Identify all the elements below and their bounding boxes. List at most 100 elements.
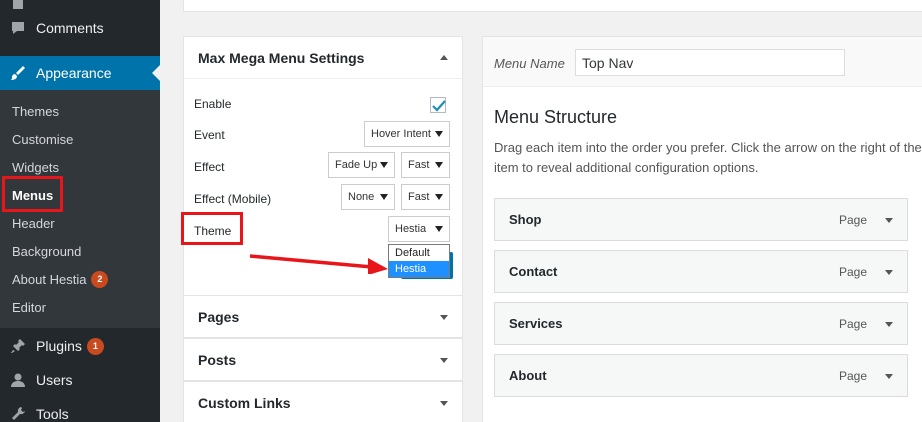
effect-value: Fade Up xyxy=(335,159,378,171)
select-arrow-icon xyxy=(435,162,443,168)
submenu-label: Themes xyxy=(12,103,59,119)
menu-structure-title: Menu Structure xyxy=(494,107,618,127)
effect-select[interactable]: Fade Up xyxy=(328,152,395,178)
menu-item-label: About xyxy=(509,368,547,383)
accordion-label: Posts xyxy=(198,351,237,368)
paintbrush-icon xyxy=(0,64,36,82)
accordion-custom-links[interactable]: Custom Links xyxy=(183,381,463,422)
expand-icon xyxy=(440,401,448,406)
effect-mobile-speed-value: Fast xyxy=(408,191,430,203)
menu-item-type: Page xyxy=(838,212,867,227)
expand-icon[interactable] xyxy=(885,270,893,275)
menu-item-label: Shop xyxy=(509,212,542,227)
theme-select[interactable]: Hestia xyxy=(388,216,450,242)
select-arrow-icon xyxy=(435,194,443,200)
select-arrow-icon xyxy=(380,194,388,200)
update-badge: 2 xyxy=(91,270,109,288)
menu-item-services[interactable]: Services Page xyxy=(494,302,908,345)
accordion-label: Custom Links xyxy=(198,394,291,411)
theme-option-default[interactable]: Default xyxy=(389,245,449,261)
select-arrow-icon xyxy=(380,162,388,168)
users-icon xyxy=(0,372,36,388)
select-arrow-icon xyxy=(435,226,443,232)
menu-item-about[interactable]: About Page xyxy=(494,354,908,397)
comment-icon xyxy=(0,20,36,36)
submenu-item-widgets[interactable]: Widgets xyxy=(12,156,59,178)
menu-item-contact[interactable]: Contact Page xyxy=(494,250,908,293)
submenu-label: About Hestia xyxy=(12,271,87,287)
submenu-label: Editor xyxy=(12,299,46,315)
update-badge: 1 xyxy=(86,337,104,355)
accordion-posts[interactable]: Posts xyxy=(183,338,463,381)
accordion-label: Pages xyxy=(198,308,240,325)
menu-name-bar: Menu Name Top Nav xyxy=(483,37,922,87)
sidebar-item-plugins[interactable]: Plugins 1 xyxy=(0,329,160,363)
effect-mobile-speed-select[interactable]: Fast xyxy=(401,184,450,210)
menu-item-shop[interactable]: Shop Page xyxy=(494,198,908,241)
expand-icon[interactable] xyxy=(885,374,893,379)
event-label: Event xyxy=(194,128,225,142)
submenu-label: Widgets xyxy=(12,159,59,175)
accordion-pages[interactable]: Pages xyxy=(183,295,463,338)
submenu-label: Header xyxy=(12,215,55,231)
expand-icon[interactable] xyxy=(885,218,893,223)
mega-menu-settings-header[interactable]: Max Mega Menu Settings xyxy=(184,37,462,79)
menu-name-label: Menu Name xyxy=(494,56,565,71)
event-select[interactable]: Hover Intent xyxy=(364,121,450,147)
effect-speed-select[interactable]: Fast xyxy=(401,152,450,178)
effect-speed-value: Fast xyxy=(408,159,430,171)
submenu-item-header[interactable]: Header xyxy=(12,212,55,234)
submenu-item-editor[interactable]: Editor xyxy=(12,296,46,318)
panel-title: Max Mega Menu Settings xyxy=(198,49,365,66)
sidebar-item-tools[interactable]: Tools xyxy=(0,397,160,422)
submenu-item-themes[interactable]: Themes xyxy=(12,100,59,122)
submenu-label: Background xyxy=(12,243,82,259)
enable-checkbox[interactable] xyxy=(430,97,446,113)
effect-mobile-value: None xyxy=(348,191,375,203)
theme-value: Hestia xyxy=(395,223,427,235)
menu-item-label: Services xyxy=(509,316,563,331)
expand-icon xyxy=(440,358,448,363)
submenu-item-about-hestia[interactable]: About Hestia 2 xyxy=(12,268,109,290)
theme-option-hestia[interactable]: Hestia xyxy=(389,261,449,277)
red-arrow-icon xyxy=(249,254,388,274)
menus-highlight-box xyxy=(2,176,63,212)
menu-item-type: Page xyxy=(838,264,867,279)
enable-label: Enable xyxy=(194,97,232,111)
menu-item-type: Page xyxy=(838,368,867,383)
sidebar-item-comments[interactable]: Comments xyxy=(0,11,160,45)
select-arrow-icon xyxy=(435,131,443,137)
effect-label: Effect xyxy=(194,160,225,174)
sidebar-item-label: Tools xyxy=(36,406,69,422)
sidebar-item-users[interactable]: Users xyxy=(0,363,160,397)
current-arrow xyxy=(152,65,160,81)
menu-editor-panel: Menu Name Top Nav Menu Structure Drag ea… xyxy=(482,36,922,422)
event-value: Hover Intent xyxy=(371,128,431,140)
collapse-icon[interactable] xyxy=(440,55,448,60)
wrench-icon xyxy=(0,406,36,422)
theme-highlight-box xyxy=(181,212,243,245)
menu-name-value: Top Nav xyxy=(582,54,634,71)
top-card xyxy=(183,0,922,12)
page-icon xyxy=(0,0,36,11)
submenu-label: Customise xyxy=(12,131,74,147)
effect-mobile-select[interactable]: None xyxy=(341,184,395,210)
effect-mobile-label: Effect (Mobile) xyxy=(194,192,272,206)
menu-item-label: Contact xyxy=(509,264,558,279)
submenu-item-background[interactable]: Background xyxy=(12,240,81,262)
checkmark-icon xyxy=(432,100,446,112)
menu-name-input[interactable]: Top Nav xyxy=(575,49,845,76)
expand-icon xyxy=(440,315,448,320)
menu-item-type: Page xyxy=(838,316,867,331)
theme-dropdown-list[interactable]: Default Hestia xyxy=(388,244,450,278)
sidebar-item-label: Users xyxy=(36,372,73,388)
sidebar-item-label: Appearance xyxy=(36,65,112,81)
admin-sidebar: Comments Appearance Themes Customise Wid… xyxy=(0,0,160,422)
sidebar-item-appearance[interactable]: Appearance xyxy=(0,56,160,90)
sidebar-item-label: Plugins xyxy=(36,338,82,354)
plugin-icon xyxy=(0,338,36,354)
sidebar-item-label: Comments xyxy=(36,20,104,36)
expand-icon[interactable] xyxy=(885,322,893,327)
menu-structure-description: Drag each item into the order you prefer… xyxy=(494,140,922,175)
submenu-item-customise[interactable]: Customise xyxy=(12,128,73,150)
